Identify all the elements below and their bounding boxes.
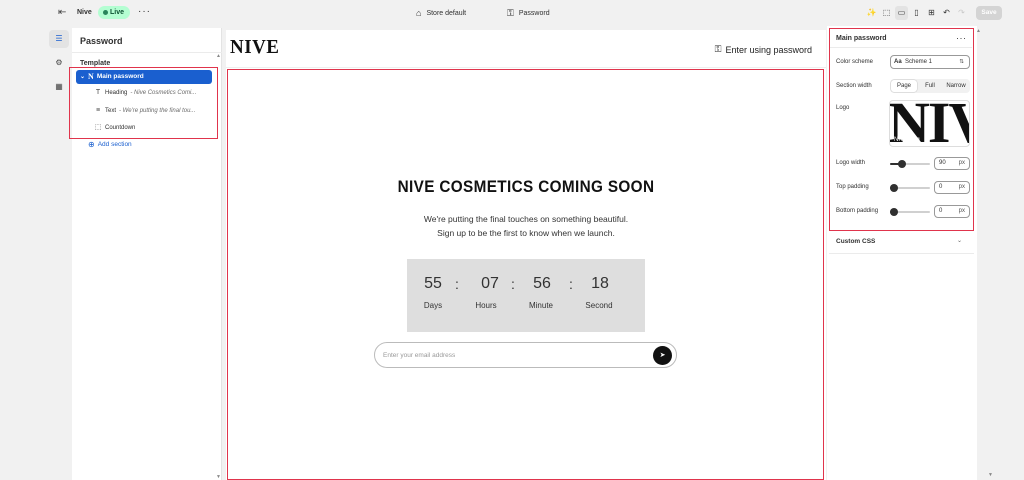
store-logo[interactable]: NIVE — [230, 36, 279, 59]
body-text-line-1: We're putting the final touches on somet… — [423, 214, 629, 224]
scroll-up-icon[interactable]: ▲ — [976, 28, 981, 34]
logo-width-slider[interactable] — [890, 160, 930, 168]
exit-icon[interactable]: ⇤ — [58, 7, 70, 19]
top-bar: ⇤ Nive Live ··· ⌂ Store default ⚿ Passwo… — [0, 0, 1024, 26]
logo-width-label: Logo width — [836, 160, 866, 166]
slider-handle[interactable] — [890, 184, 898, 192]
scroll-down-icon[interactable]: ▼ — [216, 474, 221, 480]
send-arrow-icon[interactable]: ➤ — [653, 346, 672, 365]
custom-css-accordion[interactable]: Custom CSS ⌄ — [829, 232, 974, 254]
selection-highlight — [69, 67, 218, 139]
add-section-button[interactable]: ⊕ Add section — [88, 140, 132, 149]
more-actions-button[interactable]: ··· — [138, 7, 151, 17]
unit-label: px — [958, 208, 965, 214]
logo-width-input[interactable]: 90 px — [934, 157, 970, 170]
chevron-down-icon: ⌄ — [957, 238, 963, 244]
sparkle-icon[interactable]: ✨ — [865, 6, 878, 20]
plus-circle-icon: ⊕ — [88, 140, 95, 149]
width-option-page[interactable]: Page — [891, 80, 917, 92]
email-signup-form: ➤ — [374, 342, 677, 368]
page-name: Password — [518, 9, 550, 17]
page-heading: NIVE COSMETICS COMING SOON — [397, 177, 655, 196]
color-scheme-select[interactable]: Aa Scheme 1 ⇅ — [890, 55, 970, 69]
add-section-label: Add section — [97, 141, 132, 148]
lock-icon: ⚿ — [507, 7, 514, 18]
enter-password-link[interactable]: ⚿ Enter using password — [715, 44, 812, 55]
unit-label: px — [958, 184, 965, 190]
custom-css-label: Custom CSS — [836, 238, 876, 245]
countdown-hours: 07 — [481, 275, 499, 292]
countdown-timer: 55 : 07 : 56 : 18 Days Hours Minute Seco… — [407, 259, 645, 332]
countdown-minutes-label: Minute — [528, 301, 553, 310]
lock-icon: ⚿ — [714, 44, 722, 54]
desktop-icon[interactable]: ▭ — [895, 6, 908, 20]
enter-password-label: Enter using password — [725, 44, 812, 55]
preview-header: NIVE ⚿ Enter using password — [226, 30, 826, 68]
bottom-padding-input[interactable]: 0 px — [934, 205, 970, 218]
settings-title: Main password — [836, 35, 887, 42]
settings-icon[interactable]: ⚙ — [49, 54, 69, 72]
top-padding-slider[interactable] — [890, 184, 930, 192]
body-text-line-2: Sign up to be the first to know when we … — [437, 228, 615, 238]
section-width-toggle: Page Full Narrow — [890, 79, 970, 93]
logo-filename: NIVE.png — [894, 137, 920, 143]
toolbar-right: ✨ ⬚ ▭ ▯ ⊞ ↶ ↷ Save — [865, 5, 1002, 21]
scroll-down-icon[interactable]: ▼ — [988, 472, 993, 478]
unit-label: px — [958, 160, 965, 166]
theme-name: Store default — [426, 9, 467, 17]
countdown-separator: : — [569, 276, 573, 292]
section-width-label: Section width — [836, 83, 872, 89]
countdown-separator: : — [455, 276, 459, 292]
email-input[interactable] — [383, 349, 643, 362]
redo-icon[interactable]: ↷ — [955, 6, 968, 20]
slider-handle[interactable] — [898, 160, 906, 168]
status-badge: Live — [98, 6, 131, 19]
logo-label: Logo — [836, 105, 850, 111]
color-scheme-label: Color scheme — [836, 59, 874, 65]
logo-width-value: 90 — [939, 160, 946, 166]
template-group-label: Template — [80, 60, 111, 67]
bottom-padding-value: 0 — [939, 208, 943, 214]
page-selector[interactable]: ⚿ Password — [507, 6, 550, 20]
sidebar-title: Password — [80, 36, 123, 46]
countdown-seconds-label: Second — [585, 301, 613, 310]
color-scheme-icon: Aa — [894, 59, 902, 65]
countdown-days: 55 — [424, 275, 442, 292]
color-scheme-value: Scheme 1 — [905, 59, 933, 65]
apps-icon[interactable]: ▦ — [49, 78, 69, 96]
more-options-button[interactable]: ··· — [956, 33, 967, 43]
mobile-icon[interactable]: ▯ — [910, 6, 923, 20]
countdown-days-label: Days — [423, 301, 443, 310]
theme-selector[interactable]: ⌂ Store default — [416, 6, 466, 20]
store-name: Nive — [77, 9, 92, 16]
top-padding-input[interactable]: 0 px — [934, 181, 970, 194]
top-padding-value: 0 — [939, 184, 943, 190]
inspector-icon[interactable]: ⬚ — [880, 6, 893, 20]
section-settings-panel: Main password ··· Color scheme Aa Scheme… — [829, 28, 974, 231]
countdown-seconds: 18 — [591, 275, 609, 292]
width-option-narrow[interactable]: Narrow — [943, 80, 969, 92]
countdown-minutes: 56 — [533, 275, 551, 292]
sections-icon[interactable]: ☰ — [49, 30, 69, 48]
countdown-hours-label: Hours — [475, 301, 497, 310]
chevron-updown-icon: ⇅ — [959, 59, 964, 65]
store-preview: NIVE ⚿ Enter using password NIVE COSMETI… — [226, 30, 826, 480]
sections-sidebar: Password ▲ Template ⌄ N Main password T … — [69, 28, 222, 480]
fullwidth-icon[interactable]: ⊞ — [925, 6, 938, 20]
undo-icon[interactable]: ↶ — [940, 6, 953, 20]
bottom-padding-label: Bottom padding — [836, 208, 879, 214]
logo-picker[interactable]: NIV NIVE.png — [889, 100, 970, 147]
store-icon: ⌂ — [416, 8, 422, 18]
save-button[interactable]: Save — [976, 6, 1002, 20]
scroll-up-icon[interactable]: ▲ — [216, 53, 221, 59]
slider-handle[interactable] — [890, 208, 898, 216]
bottom-padding-slider[interactable] — [890, 208, 930, 216]
divider — [72, 52, 222, 53]
countdown-separator: : — [511, 276, 515, 292]
divider — [830, 47, 972, 48]
width-option-full[interactable]: Full — [917, 80, 943, 92]
top-padding-label: Top padding — [836, 184, 869, 190]
